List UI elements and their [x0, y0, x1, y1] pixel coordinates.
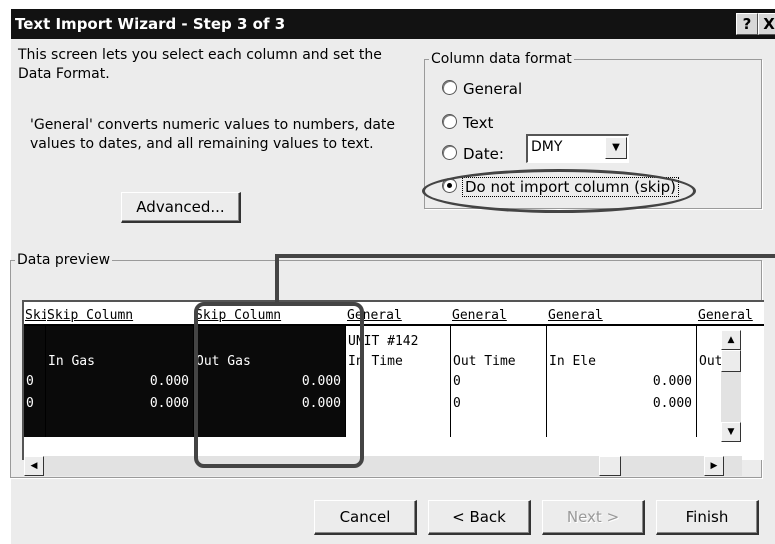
date-format-select[interactable]: DMY ▼ — [526, 134, 629, 163]
radio-text-indicator[interactable] — [442, 114, 457, 129]
preview-column-0[interactable]: Skip 0 0 — [24, 302, 46, 437]
column-body: In Gas 0.000 0.000 — [46, 326, 194, 437]
window-title: Text Import Wizard - Step 3 of 3 — [15, 15, 286, 33]
radio-general-indicator[interactable] — [442, 80, 457, 95]
cell: 0.000 — [149, 396, 189, 411]
next-button-label: Next > — [566, 508, 620, 526]
cell: 0.000 — [652, 374, 692, 389]
column-data-format-label: Column data format — [429, 50, 574, 68]
cell: 0 — [453, 396, 461, 411]
radio-date-indicator[interactable] — [442, 145, 457, 160]
scroll-right-icon[interactable]: ▶ — [704, 456, 724, 476]
help-button[interactable]: ? — [736, 13, 758, 35]
column-body: UNIT #142 In Time — [346, 326, 451, 437]
radio-text[interactable]: Text — [442, 113, 493, 133]
cell: UNIT #142 — [348, 334, 419, 349]
cell: 0 — [26, 396, 34, 411]
close-button[interactable]: X — [758, 13, 775, 35]
column-header[interactable]: General — [547, 302, 697, 326]
cell: In Gas — [48, 354, 95, 369]
radio-skip-indicator[interactable] — [442, 178, 457, 193]
advanced-button-label: Advanced... — [136, 198, 225, 216]
radio-skip-label: Do not import column (skip) — [461, 177, 680, 197]
cancel-button-label: Cancel — [339, 508, 391, 526]
finish-button[interactable]: Finish — [656, 500, 759, 535]
finish-button-label: Finish — [685, 508, 729, 526]
column-body: Out Gas 0.000 0.000 — [194, 326, 346, 437]
radio-date-label: Date: — [463, 145, 504, 163]
column-body: 0 0 — [24, 326, 46, 437]
radio-general[interactable]: General — [442, 79, 522, 99]
cell: 0.000 — [301, 396, 341, 411]
cell: Out Gas — [196, 354, 251, 369]
column-header[interactable]: General — [346, 302, 451, 326]
radio-text-label: Text — [463, 114, 494, 132]
vertical-scroll-thumb[interactable] — [721, 350, 741, 372]
title-bar[interactable]: Text Import Wizard - Step 3 of 3 ? X — [11, 9, 775, 39]
data-preview-grid[interactable]: Skip 0 0 Skip Column In Gas 0.000 0.000 … — [22, 300, 764, 460]
cell: In Time — [348, 354, 403, 369]
preview-column-2[interactable]: Skip Column Out Gas 0.000 0.000 — [194, 302, 346, 437]
annotation-connector-line — [275, 254, 279, 302]
next-button[interactable]: Next > — [542, 500, 645, 535]
preview-column-1[interactable]: Skip Column In Gas 0.000 0.000 — [46, 302, 194, 437]
data-preview-label: Data preview — [15, 251, 113, 269]
column-header[interactable]: Skip Column — [46, 302, 194, 326]
scroll-down-icon[interactable]: ▼ — [721, 422, 741, 442]
date-format-value: DMY — [531, 139, 563, 155]
scroll-up-icon[interactable]: ▲ — [721, 330, 741, 350]
horizontal-scrollbar[interactable]: ◀ ▶ — [24, 456, 742, 476]
horizontal-scroll-thumb[interactable] — [599, 456, 621, 476]
radio-general-label: General — [463, 80, 523, 98]
cell: 0 — [453, 374, 461, 389]
chevron-down-icon[interactable]: ▼ — [605, 137, 627, 159]
column-header[interactable]: General — [697, 302, 764, 326]
column-header[interactable]: Skip Column — [194, 302, 346, 326]
column-body: In Ele 0.000 0.000 — [547, 326, 697, 437]
cell: 0 — [26, 374, 34, 389]
cell: Out — [699, 354, 723, 369]
column-body: Out Time 0 0 — [451, 326, 547, 437]
cell: In Ele — [549, 354, 596, 369]
annotation-connector-line — [275, 254, 775, 258]
radio-date[interactable]: Date: — [442, 144, 504, 164]
preview-column-3[interactable]: General UNIT #142 In Time — [346, 302, 451, 437]
back-button[interactable]: < Back — [428, 500, 531, 535]
cell: Out Time — [453, 354, 516, 369]
column-header[interactable]: Skip — [24, 302, 46, 326]
cell: 0.000 — [652, 396, 692, 411]
back-button-label: < Back — [452, 508, 506, 526]
vertical-scrollbar[interactable]: ▲ ▼ — [721, 330, 741, 442]
cancel-button[interactable]: Cancel — [314, 500, 417, 535]
cell: 0.000 — [301, 374, 341, 389]
general-explanation-text: 'General' converts numeric values to num… — [30, 117, 396, 152]
cell: 0.000 — [149, 374, 189, 389]
intro-text: This screen lets you select each column … — [18, 47, 382, 82]
column-header[interactable]: General — [451, 302, 547, 326]
preview-column-5[interactable]: General In Ele 0.000 0.000 — [547, 302, 697, 437]
preview-column-4[interactable]: General Out Time 0 0 — [451, 302, 547, 437]
radio-skip-column[interactable]: Do not import column (skip) — [442, 177, 680, 197]
scroll-left-icon[interactable]: ◀ — [24, 456, 44, 476]
advanced-button[interactable]: Advanced... — [121, 192, 241, 223]
